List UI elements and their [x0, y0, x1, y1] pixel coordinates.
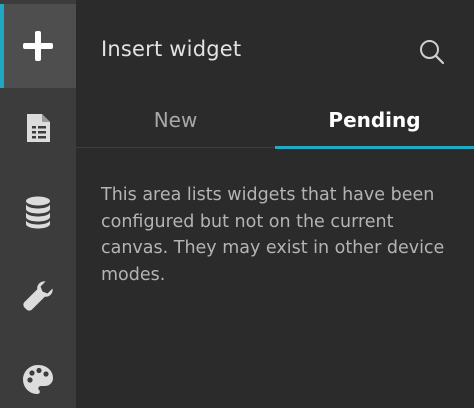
widget-tabs: New Pending — [76, 92, 474, 149]
wrench-icon — [21, 279, 55, 313]
database-icon — [23, 195, 53, 229]
tab-new[interactable]: New — [76, 92, 275, 148]
sidebar-item-theme[interactable] — [0, 338, 76, 408]
insert-widget-panel: Insert widget New Pending This area list… — [76, 0, 474, 408]
pending-description: This area lists widgets that have been c… — [101, 185, 445, 285]
page-icon — [24, 112, 52, 144]
sidebar-item-page[interactable] — [0, 86, 76, 170]
search-button[interactable] — [418, 38, 446, 66]
plus-icon — [21, 29, 55, 63]
sidebar-item-tools[interactable] — [0, 254, 76, 338]
left-sidebar — [0, 0, 76, 408]
sidebar-item-insert[interactable] — [0, 4, 76, 88]
tab-pending[interactable]: Pending — [275, 92, 474, 149]
search-icon — [418, 40, 446, 70]
sidebar-item-data[interactable] — [0, 170, 76, 254]
palette-icon — [21, 363, 55, 397]
insert-widget-app: Insert widget New Pending This area list… — [0, 0, 474, 408]
panel-title: Insert widget — [101, 37, 242, 61]
